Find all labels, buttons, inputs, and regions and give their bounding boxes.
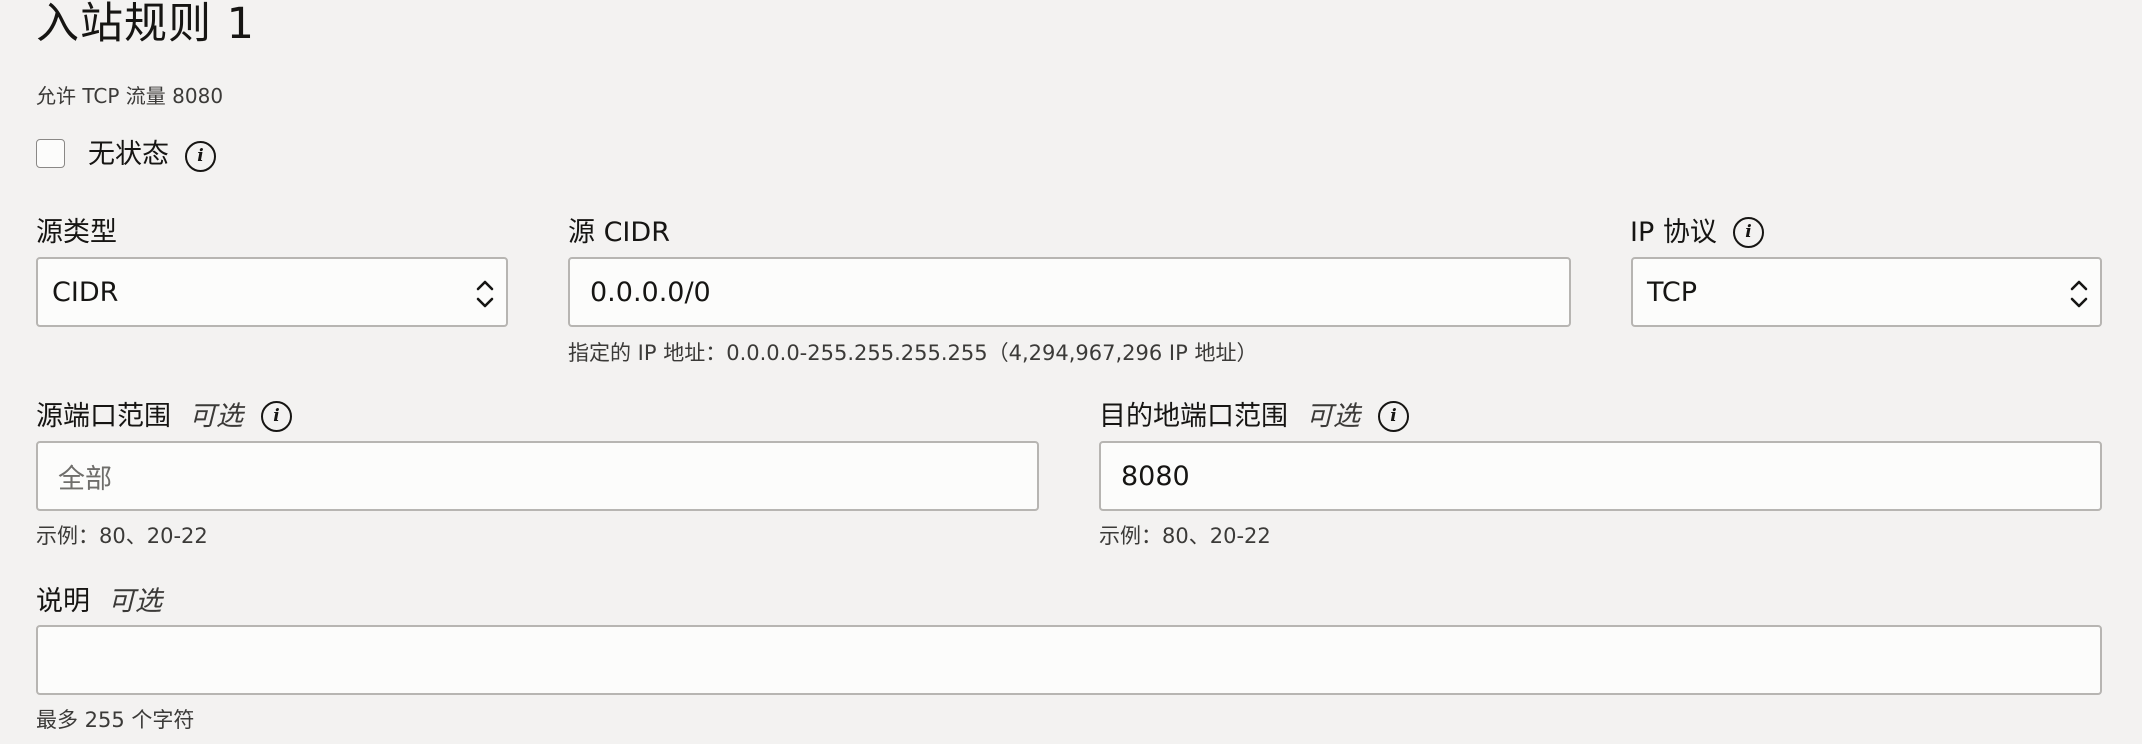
source-port-range-hint: 示例：80、20-22	[36, 524, 208, 548]
source-port-range-label: 源端口范围 可选	[36, 399, 243, 435]
source-cidr-label: 源 CIDR	[568, 217, 670, 248]
info-icon[interactable]: i	[1378, 401, 1409, 432]
destination-port-range-label: 目的地端口范围 可选	[1099, 399, 1360, 435]
ip-protocol-label: IP 协议	[1630, 217, 1717, 248]
rule-subtitle: 允许 TCP 流量 8080	[36, 84, 224, 108]
info-icon[interactable]: i	[261, 401, 292, 432]
ip-protocol-select[interactable]: TCP	[1631, 257, 2102, 327]
source-type-label: 源类型	[36, 217, 117, 248]
source-type-value: CIDR	[52, 276, 119, 308]
source-cidr-input[interactable]: 0.0.0.0/0	[568, 257, 1571, 327]
description-hint: 最多 255 个字符	[36, 708, 195, 732]
info-icon[interactable]: i	[1733, 217, 1764, 248]
destination-port-range-input[interactable]: 8080	[1099, 441, 2102, 511]
optional-tag: 可选	[108, 586, 162, 617]
source-type-select[interactable]: CIDR	[36, 257, 508, 327]
source-cidr-value: 0.0.0.0/0	[590, 276, 711, 308]
stateless-checkbox[interactable]	[36, 139, 65, 168]
description-label: 说明 可选	[36, 584, 162, 620]
destination-port-range-value: 8080	[1121, 460, 1190, 492]
description-text: 说明	[36, 586, 90, 617]
up-down-chevron-icon	[476, 280, 494, 308]
optional-tag: 可选	[1306, 401, 1360, 432]
page-title: 入站规则 1	[36, 0, 256, 49]
up-down-chevron-icon	[2070, 280, 2088, 308]
description-input[interactable]	[36, 625, 2102, 695]
optional-tag: 可选	[189, 401, 243, 432]
info-icon[interactable]: i	[185, 141, 216, 172]
destination-port-range-text: 目的地端口范围	[1099, 401, 1288, 432]
source-cidr-hint: 指定的 IP 地址：0.0.0.0-255.255.255.255（4,294,…	[568, 341, 1258, 365]
ip-protocol-value: TCP	[1647, 276, 1698, 308]
destination-port-range-hint: 示例：80、20-22	[1099, 524, 1271, 548]
source-port-range-input[interactable]: 全部	[36, 441, 1039, 511]
source-port-range-text: 源端口范围	[36, 401, 171, 432]
stateless-label: 无状态	[88, 139, 169, 170]
source-port-range-placeholder: 全部	[58, 463, 112, 495]
